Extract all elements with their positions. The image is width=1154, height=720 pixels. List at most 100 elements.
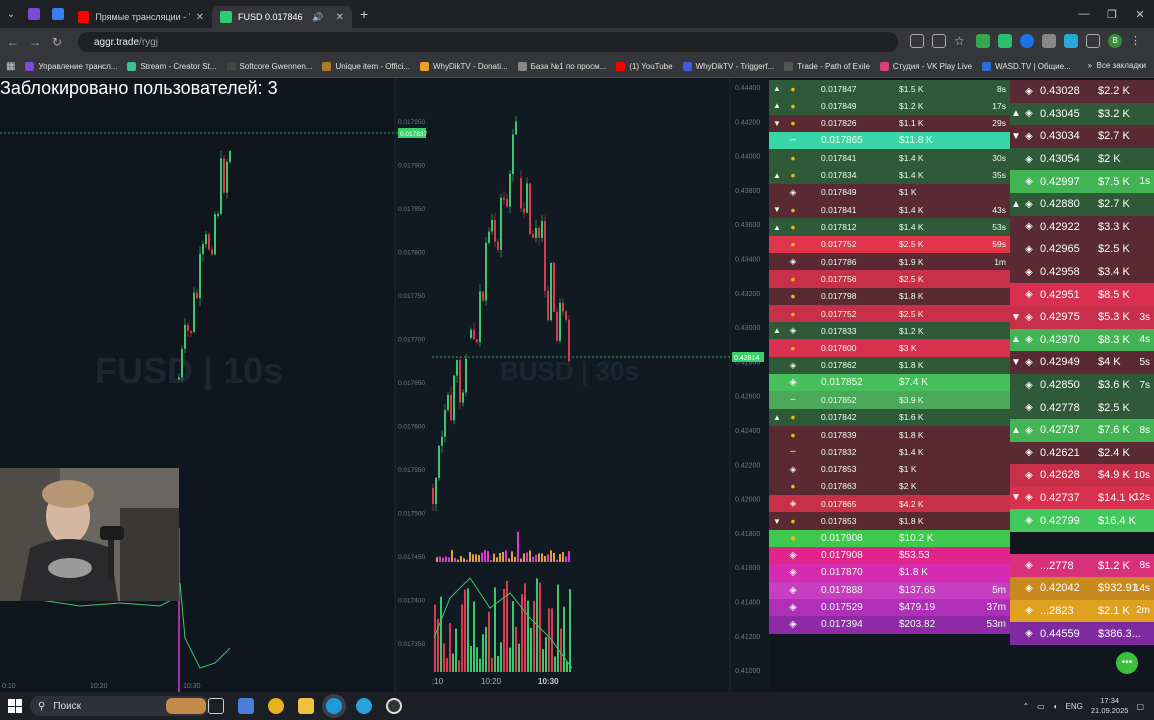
volume-bar bbox=[563, 606, 565, 672]
bookmark-item[interactable]: WhyDikTV - Donati... bbox=[419, 62, 508, 71]
trade-price: 0.42997 bbox=[1040, 175, 1080, 188]
windows-start-icon[interactable] bbox=[8, 699, 22, 713]
bookmark-item[interactable]: WASD.TV | Общие... bbox=[982, 62, 1071, 71]
trade-age: 17s bbox=[992, 100, 1006, 111]
extensions-icon[interactable] bbox=[1086, 34, 1100, 48]
trade-age: 43s bbox=[992, 204, 1006, 215]
telegram-icon[interactable] bbox=[356, 698, 372, 714]
tab-search-button[interactable]: ⌄ bbox=[0, 9, 22, 20]
trade-row: ◈ 0.42922 $3.3 K bbox=[1010, 215, 1154, 239]
binance-exchange-icon: ◈ bbox=[789, 498, 797, 509]
language-indicator[interactable]: ENG bbox=[1066, 702, 1083, 711]
trade-amount: $4 K bbox=[1098, 356, 1121, 369]
reload-icon[interactable]: ↻ bbox=[46, 35, 68, 49]
all-bookmarks[interactable]: » Все закладки bbox=[1088, 61, 1146, 70]
volume-bar bbox=[494, 587, 496, 672]
pinned-tab-1[interactable] bbox=[28, 8, 40, 20]
candle bbox=[441, 436, 443, 446]
bookmark-item[interactable]: WhyDikTV - Triggerf... bbox=[682, 62, 774, 71]
bookmark-icon bbox=[879, 62, 889, 71]
bookmark-item[interactable]: Студия - VK Play Live bbox=[879, 62, 972, 71]
apps-icon[interactable]: ▦ bbox=[6, 61, 15, 72]
close-icon[interactable]: ✕ bbox=[196, 12, 204, 23]
back-icon[interactable]: ← bbox=[2, 35, 24, 49]
tab-aggr[interactable]: FUSD 0.017846 🔊 ✕ bbox=[212, 6, 352, 28]
trade-row: ▲ ● 0.017849 $1.2 K 17s bbox=[769, 97, 1010, 115]
bookmark-icon bbox=[226, 62, 236, 71]
tab-youtube[interactable]: Прямые трансляции - YouTube ✕ bbox=[70, 6, 212, 28]
bookmark-item[interactable]: Trade - Path of Exile bbox=[784, 62, 870, 71]
time-tick: 10:20 bbox=[90, 683, 108, 690]
edge-icon[interactable] bbox=[326, 698, 342, 714]
address-bar[interactable]: aggr.trade/rygj bbox=[78, 32, 898, 52]
clock[interactable]: 17:34 21.09.2025 bbox=[1091, 696, 1129, 716]
trade-amount: $2.5 K bbox=[1098, 401, 1130, 414]
shield-icon[interactable] bbox=[976, 34, 990, 48]
star-icon[interactable]: ☆ bbox=[954, 34, 968, 48]
bookmark-label: (1) YouTube bbox=[629, 62, 673, 71]
bookmark-icon bbox=[127, 62, 137, 71]
blue-ext-icon[interactable] bbox=[1020, 34, 1034, 48]
profile-avatar[interactable]: B bbox=[1108, 34, 1122, 48]
bookmark-item[interactable]: Управление трансл... bbox=[25, 62, 117, 71]
network-icon[interactable]: ▭ bbox=[1037, 702, 1045, 711]
file-explorer-icon[interactable] bbox=[298, 698, 314, 714]
delta-bar bbox=[463, 558, 465, 562]
screen-icon[interactable] bbox=[910, 34, 924, 48]
bookmark-item[interactable]: База №1 по просм... bbox=[517, 62, 606, 71]
taskbar-search[interactable]: ⚲ Поиск bbox=[30, 696, 210, 716]
trade-age: 10s bbox=[1133, 469, 1150, 481]
bookmark-item[interactable]: Softcore Gwennen... bbox=[226, 62, 312, 71]
forward-icon[interactable]: → bbox=[24, 35, 46, 49]
new-tab-button[interactable]: + bbox=[360, 6, 368, 22]
price-tick: 0.017900 bbox=[398, 163, 425, 170]
maximize-icon[interactable]: ❐ bbox=[1098, 0, 1126, 28]
direction-icon: ▼ bbox=[1011, 311, 1021, 323]
bookmark-item[interactable]: Stream - Creator St... bbox=[127, 62, 217, 71]
leaf-icon[interactable] bbox=[998, 34, 1012, 48]
candle bbox=[223, 158, 225, 193]
trade-amount: $1.8 K bbox=[899, 429, 924, 440]
candle bbox=[211, 249, 213, 255]
close-icon[interactable]: ✕ bbox=[336, 12, 344, 23]
candle bbox=[506, 198, 508, 207]
task-view-icon[interactable] bbox=[208, 698, 224, 714]
cloud-icon[interactable] bbox=[1042, 34, 1056, 48]
calculator-icon[interactable] bbox=[238, 698, 254, 714]
obs-icon[interactable] bbox=[386, 698, 402, 714]
chrome-icon[interactable] bbox=[268, 698, 284, 714]
trades-list-busd: ◈ 0.43028 $2.2 K ▲ ◈ 0.43045 $3.2 K ▼ ◈ 0.43034 $2… bbox=[1010, 80, 1154, 645]
more-options-button[interactable]: ••• bbox=[1116, 652, 1138, 674]
candle bbox=[444, 410, 446, 437]
direction-icon: ▲ bbox=[1011, 334, 1021, 346]
trade-row: ◈ 0.017853 $1 K bbox=[769, 460, 1010, 478]
volume-icon[interactable]: ◖ bbox=[1053, 702, 1058, 711]
trade-age: 53s bbox=[992, 222, 1006, 233]
candle bbox=[547, 290, 549, 321]
notifications-icon[interactable]: ▢ bbox=[1136, 702, 1144, 711]
price-tick: 0.43800 bbox=[735, 188, 760, 195]
candle bbox=[226, 161, 228, 193]
speaker-icon[interactable]: 🔊 bbox=[312, 12, 323, 23]
trade-price: 0.42850 bbox=[1040, 379, 1080, 392]
binance-exchange-icon: ◈ bbox=[789, 619, 797, 631]
trade-row: ▲ ● 0.017834 $1.4 K 35s bbox=[769, 166, 1010, 184]
minimize-icon[interactable]: — bbox=[1070, 0, 1098, 28]
trade-price: 0.017853 bbox=[821, 464, 857, 475]
aggr-dashboard: FUSD | 10s BUSD | 30s 0.017950 0.017900 0.01… bbox=[0, 78, 1154, 692]
delta-bar bbox=[445, 556, 447, 562]
close-window-icon[interactable]: ✕ bbox=[1126, 0, 1154, 28]
trade-price: 0.017786 bbox=[821, 256, 857, 267]
bookmark-item[interactable]: (1) YouTube bbox=[616, 62, 673, 71]
cursor-icon[interactable] bbox=[1064, 34, 1078, 48]
trade-row: ● 0.017800 $3 K bbox=[769, 339, 1010, 357]
pinned-tab-2[interactable] bbox=[52, 8, 64, 20]
menu-icon[interactable]: ⋮ bbox=[1130, 34, 1144, 48]
bookmark-item[interactable]: Unique item - Offici... bbox=[322, 62, 410, 71]
binance-exchange-icon: ◈ bbox=[1025, 266, 1033, 278]
translate-icon[interactable] bbox=[932, 34, 946, 48]
trade-row: ◈ 0.017849 $1 K bbox=[769, 183, 1010, 202]
delta-bar bbox=[469, 552, 471, 562]
chevron-up-icon[interactable]: ⌃ bbox=[1022, 702, 1029, 711]
volume-bar bbox=[449, 623, 451, 672]
